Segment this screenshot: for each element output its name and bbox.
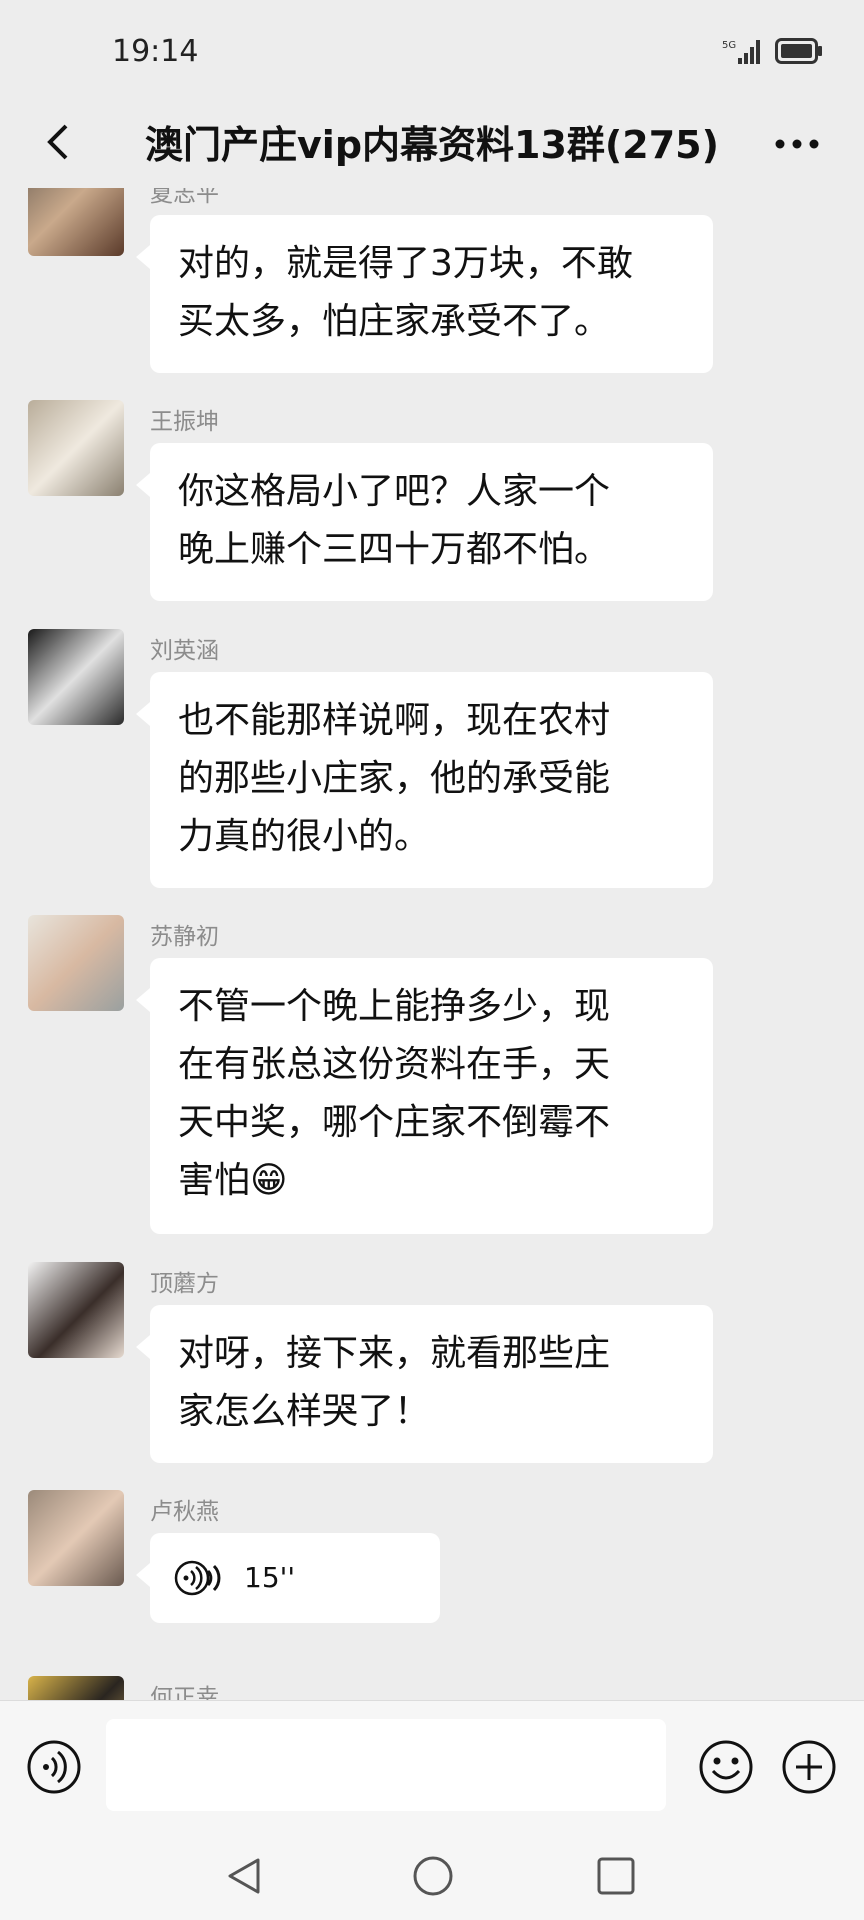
more-dots-icon <box>775 139 819 149</box>
nav-recent-icon[interactable] <box>596 1856 636 1896</box>
avatar[interactable] <box>28 400 124 496</box>
message-line: 不管一个晚上能挣多少，现 <box>178 986 611 1027</box>
sender-name: 卢秋燕 <box>150 1499 219 1525</box>
sender-name: 顶蘑方 <box>150 1271 219 1297</box>
message-bubble[interactable]: 不管一个晚上能挣多少，现 在有张总这份资料在手，天 天中奖，哪个庄家不倒霉不 害… <box>136 958 713 1234</box>
message-bubble[interactable]: 也不能那样说啊，现在农村 的那些小庄家，他的承受能 力真的很小的。 <box>136 672 713 888</box>
message-list[interactable]: 夏志平 对的，就是得了3万块，不敢 买太多，怕庄家承受不了。 王振坤 你这格局小… <box>0 188 864 1700</box>
message-line: 家怎么样哭了！ <box>178 1391 431 1432</box>
avatar[interactable] <box>28 629 124 725</box>
avatar[interactable] <box>28 1262 124 1358</box>
plus-icon[interactable] <box>781 1739 837 1795</box>
sender-name: 刘英涵 <box>150 638 219 664</box>
system-nav-bar <box>0 1828 864 1920</box>
avatar[interactable] <box>28 915 124 1011</box>
battery-icon <box>775 38 822 64</box>
message-line: 的那些小庄家，他的承受能 <box>178 758 611 799</box>
message-line: 对的，就是得了3万块，不敢 <box>178 243 633 284</box>
chat-title: 澳门产庄vip内幕资料13群(275) <box>145 123 719 167</box>
message-bubble[interactable]: 你这格局小了吧？人家一个 晚上赚个三四十万都不怕。 <box>136 443 713 601</box>
message-line: 买太多，怕庄家承受不了。 <box>178 301 611 342</box>
voice-input-icon[interactable] <box>26 1739 82 1795</box>
signal-5g-icon: 5G <box>722 40 760 64</box>
status-bar: 19:14 5G <box>0 0 864 100</box>
message-bubble[interactable]: 对的，就是得了3万块，不敢 买太多，怕庄家承受不了。 <box>136 215 713 373</box>
input-bar <box>0 1700 864 1829</box>
voice-message-bubble[interactable]: 15'' <box>136 1533 440 1623</box>
message-line: 也不能那样说啊，现在农村 <box>178 700 611 741</box>
sender-name: 王振坤 <box>150 409 219 435</box>
message-line: 在有张总这份资料在手，天 <box>178 1044 611 1085</box>
chat-header: 澳门产庄vip内幕资料13群(275) <box>0 100 864 188</box>
message-line: 害怕😁 <box>178 1160 288 1201</box>
message-line: 天中奖，哪个庄家不倒霉不 <box>178 1102 611 1143</box>
network-label: 5G <box>722 40 736 51</box>
status-time: 19:14 <box>112 34 199 69</box>
emoji-icon[interactable] <box>698 1739 754 1795</box>
message-line: 晚上赚个三四十万都不怕。 <box>178 529 611 570</box>
sender-name: 苏静初 <box>150 924 219 950</box>
message-bubble[interactable]: 对呀，接下来，就看那些庄 家怎么样哭了！ <box>136 1305 713 1463</box>
avatar[interactable] <box>28 1490 124 1586</box>
message-line: 你这格局小了吧？人家一个 <box>178 471 611 512</box>
message-line: 对呀，接下来，就看那些庄 <box>178 1333 611 1374</box>
nav-home-icon[interactable] <box>411 1854 455 1898</box>
more-button[interactable] <box>762 114 832 174</box>
sender-name: 夏志平 <box>150 188 219 207</box>
sender-name: 何正幸 <box>150 1685 219 1700</box>
voice-duration: 15'' <box>244 1561 296 1594</box>
nav-back-icon[interactable] <box>222 1854 266 1898</box>
avatar[interactable] <box>28 1676 124 1700</box>
avatar[interactable] <box>28 188 124 256</box>
voice-play-icon <box>174 1560 221 1596</box>
message-input[interactable] <box>106 1719 666 1811</box>
message-line: 力真的很小的。 <box>178 816 431 857</box>
